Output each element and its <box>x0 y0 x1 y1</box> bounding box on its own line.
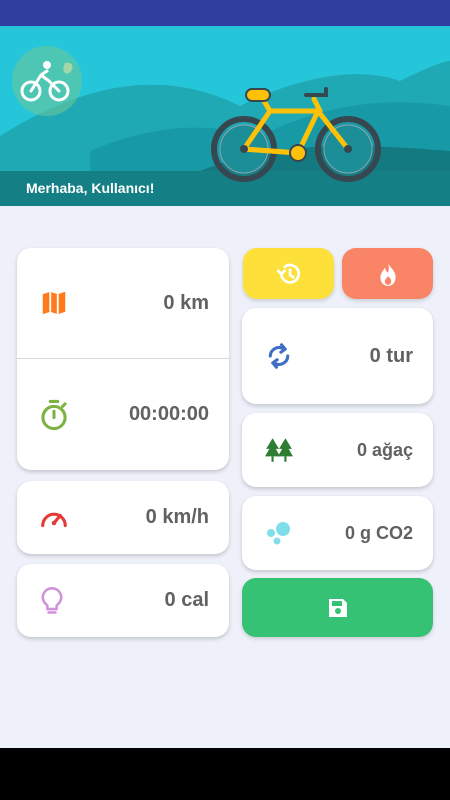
stopwatch-icon <box>41 399 67 430</box>
speed-card: 0 km/h <box>17 481 229 554</box>
history-button[interactable] <box>243 248 334 299</box>
map-icon <box>42 291 66 315</box>
co2-card: 0 g CO2 <box>242 496 433 570</box>
navigation-bar <box>0 748 450 800</box>
bicycle-illustration <box>211 87 381 182</box>
bubbles-icon <box>267 522 290 545</box>
lightbulb-icon <box>41 586 63 614</box>
speed-value: 0 km/h <box>145 506 209 528</box>
fire-button[interactable] <box>342 248 433 299</box>
fire-icon <box>379 261 396 286</box>
laps-card: 0 tur <box>242 308 433 404</box>
app-logo <box>12 46 82 116</box>
history-icon <box>276 263 300 284</box>
header-banner: Merhaba, Kullanıcı! <box>0 26 450 206</box>
status-bar <box>0 0 450 26</box>
repeat-icon <box>268 343 290 369</box>
greeting-text: Merhaba, Kullanıcı! <box>26 180 155 196</box>
laps-value: 0 tur <box>369 344 413 367</box>
distance-duration-card: 0 km 00:00:00 <box>17 248 229 470</box>
trees-value: 0 ağaç <box>356 439 413 460</box>
trees-icon <box>265 438 293 462</box>
save-icon <box>328 598 347 617</box>
trees-card: 0 ağaç <box>242 413 433 487</box>
save-button[interactable] <box>242 578 433 637</box>
distance-value: 0 km <box>163 291 209 314</box>
speedometer-icon <box>41 512 67 527</box>
duration-value: 00:00:00 <box>128 403 209 425</box>
distance-row: 0 km <box>17 248 229 358</box>
main-content: 0 km 00:00:00 0 km/h 0 cal 0 tur 0 ağaç … <box>0 206 450 748</box>
duration-row: 00:00:00 <box>17 359 229 470</box>
calories-card: 0 cal <box>17 564 229 637</box>
calories-value: 0 cal <box>164 589 209 611</box>
co2-value: 0 g CO2 <box>344 522 413 543</box>
cyclist-icon <box>20 61 73 102</box>
